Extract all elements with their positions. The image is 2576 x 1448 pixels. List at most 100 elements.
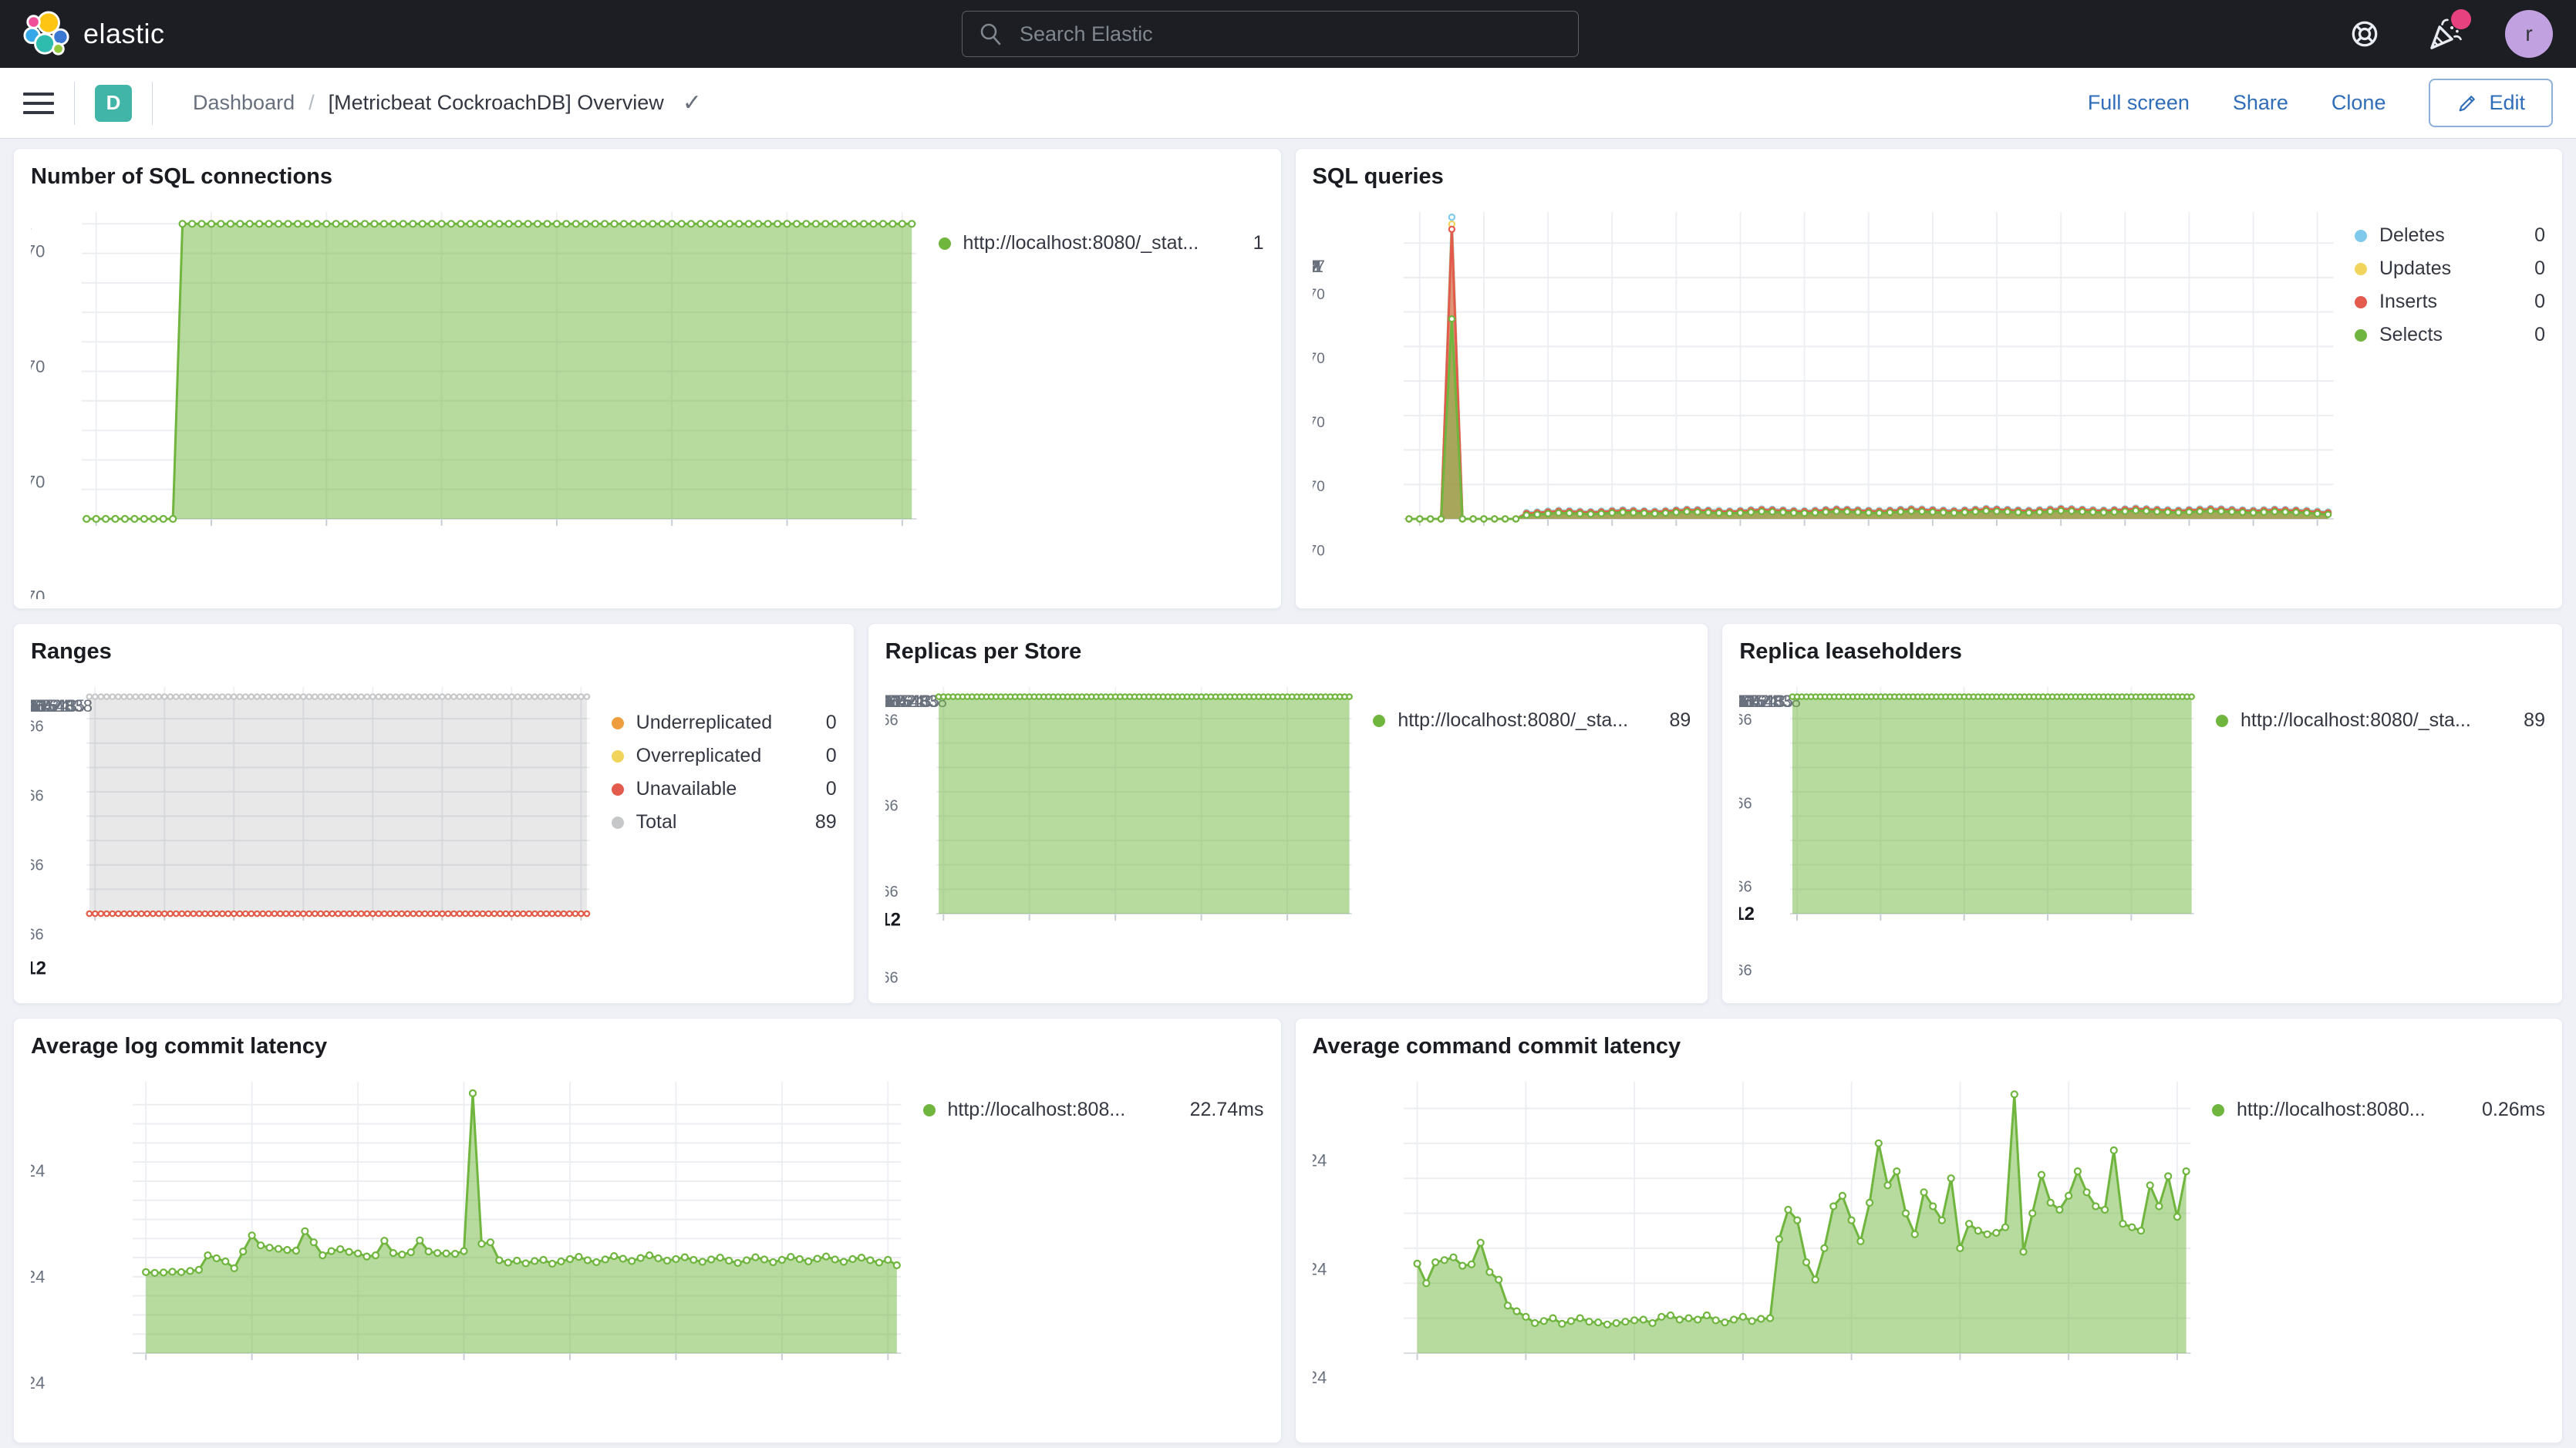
dashboard-grid: Number of SQL connections 470 470 470 470 47… (0, 139, 2576, 1448)
log-commit-latency-chart[interactable]: 424424424424424424424424386361.211267605… (31, 1062, 917, 1433)
legend-color-dot (2355, 329, 2367, 342)
legend-color-dot (612, 717, 624, 729)
panel-title: Replica leaseholders (1739, 636, 2545, 667)
svg-text:366: 366 (31, 857, 44, 874)
svg-text:424: 424 (31, 1161, 45, 1180)
panel-ranges: Ranges 366366366366366366366366328296.38… (13, 623, 855, 1004)
svg-text:470: 470 (1313, 415, 1325, 431)
legend-item[interactable]: http://localhost:8080...0.26ms (2212, 1099, 2545, 1121)
legend-item[interactable]: Updates0 (2355, 258, 2545, 280)
legend-color-dot (2355, 263, 2367, 275)
legend-item[interactable]: Underreplicated 0 (612, 712, 837, 734)
share-button[interactable]: Share (2233, 91, 2288, 115)
legend-item[interactable]: Deletes0 (2355, 224, 2545, 247)
legend-item[interactable]: Total 89 (612, 811, 837, 833)
clone-button[interactable]: Clone (2332, 91, 2386, 115)
divider (152, 82, 153, 125)
svg-text:470: 470 (1313, 351, 1325, 367)
command-commit-latency-chart[interactable]: 424424424424424424424424386340.639175257… (1313, 1062, 2207, 1433)
svg-text:366: 366 (31, 926, 44, 943)
legend-value: 0 (2534, 258, 2545, 280)
svg-text:366: 366 (31, 718, 44, 735)
dashboard-toolbar: D Dashboard / [Metricbeat CockroachDB] O… (0, 68, 2576, 139)
pencil-icon (2456, 93, 2478, 114)
chart-legend: http://localhost:8080...0.26ms (2206, 1062, 2545, 1433)
panel-title: Average command commit latency (1313, 1031, 2546, 1062)
menu-icon[interactable] (23, 93, 54, 114)
svg-text:412: 412 (1739, 904, 1755, 924)
legend-label: Overreplicated (636, 745, 815, 767)
svg-text:366: 366 (1739, 962, 1752, 979)
legend-label: Total (636, 811, 804, 833)
brand-wordmark: elastic (83, 18, 165, 50)
chart-legend: Underreplicated0Overreplicated0Unavailab… (605, 667, 837, 994)
replicas-per-store-chart[interactable]: 366366366366366328296.38709677419354264.… (885, 667, 1367, 994)
legend-value: 0 (826, 712, 837, 734)
chart-legend: http://localhost:8080/_sta...89 (1367, 667, 1691, 994)
help-icon[interactable] (2345, 14, 2385, 54)
legend-color-dot (939, 237, 951, 250)
user-avatar[interactable]: r (2505, 10, 2553, 58)
legend-color-dot (2216, 715, 2228, 727)
legend-item[interactable]: http://localhost:808...22.74ms (923, 1099, 1264, 1121)
legend-value: 1 (1253, 232, 1264, 254)
panel-sql-queries: SQL queries 4704704704704704704704704704… (1295, 148, 2564, 609)
whats-new-icon[interactable] (2425, 14, 2465, 54)
svg-text:470: 470 (31, 588, 45, 599)
chart-legend: http://localhost:808...22.74ms (917, 1062, 1264, 1433)
panel-title: Number of SQL connections (31, 161, 1264, 192)
breadcrumb: Dashboard / [Metricbeat CockroachDB] Ove… (193, 89, 702, 116)
sql-queries-chart[interactable]: 4704704704704704704704704704704704704704… (1313, 192, 2349, 599)
svg-text:424: 424 (1313, 1259, 1327, 1278)
legend-value: 89 (815, 811, 837, 833)
legend-item[interactable]: http://localhost:8080/_sta...89 (1373, 709, 1691, 732)
svg-text:470: 470 (31, 357, 45, 376)
svg-text:366: 366 (885, 970, 899, 987)
legend-item[interactable]: Inserts 0 (2355, 291, 2545, 313)
breadcrumb-separator: / (309, 91, 315, 115)
legend-color-dot (2355, 296, 2367, 308)
svg-text:412: 412 (885, 909, 901, 930)
panel-average-log-commit-latency: Average log commit latency 4244244244244… (13, 1018, 1282, 1443)
notification-dot (2451, 9, 2471, 29)
ranges-chart[interactable]: 366366366366366366366366328296.387096774… (31, 667, 605, 994)
svg-text:424: 424 (1313, 1368, 1327, 1387)
svg-text:424: 424 (31, 1268, 45, 1287)
legend-label: http://localhost:8080/_sta... (2241, 709, 2513, 732)
elastic-logo-icon (23, 10, 71, 58)
legend-value: 0 (2534, 291, 2545, 313)
edit-button-label: Edit (2489, 91, 2525, 115)
legend-value: 0 (826, 778, 837, 800)
breadcrumb-dashboard[interactable]: Dashboard (193, 91, 295, 115)
sql-connections-chart[interactable]: 470470470470470470470470432393.730769230… (31, 192, 932, 599)
svg-text:470: 470 (31, 242, 45, 261)
svg-text:366: 366 (885, 798, 899, 815)
svg-text:470: 470 (31, 472, 45, 491)
replica-leaseholders-chart[interactable]: 366366366366366328296.38709677419354264.… (1739, 667, 2210, 994)
search-input[interactable] (962, 11, 1579, 57)
legend-label: Unavailable (636, 778, 815, 800)
legend-value: 89 (1670, 709, 1691, 732)
full-screen-button[interactable]: Full screen (2088, 91, 2190, 115)
legend-value: 22.74ms (1190, 1099, 1264, 1121)
search-icon (979, 22, 1003, 46)
legend-label: Selects (2379, 324, 2524, 346)
saved-check-icon[interactable]: ✓ (683, 89, 702, 116)
svg-text:366: 366 (1739, 795, 1752, 812)
edit-button[interactable]: Edit (2429, 79, 2553, 127)
legend-color-dot (2212, 1104, 2224, 1116)
legend-label: Inserts (2379, 291, 2524, 313)
legend-item[interactable]: Unavailable 0 (612, 778, 837, 800)
svg-text:366: 366 (885, 712, 899, 729)
elastic-logo[interactable]: elastic (23, 10, 165, 58)
legend-color-dot (612, 817, 624, 829)
panel-title: Replicas per Store (885, 636, 1691, 667)
legend-label: Deletes (2379, 224, 2524, 247)
legend-item[interactable]: Selects0 (2355, 324, 2545, 346)
legend-item[interactable]: http://localhost:8080/_sta...89 (2216, 709, 2545, 732)
space-badge[interactable]: D (95, 85, 132, 122)
svg-text:366: 366 (1739, 712, 1752, 729)
legend-item[interactable]: Overreplicated0 (612, 745, 837, 767)
legend-label: Underreplicated (636, 712, 815, 734)
legend-item[interactable]: http://localhost:8080/_stat...1 (939, 232, 1264, 254)
